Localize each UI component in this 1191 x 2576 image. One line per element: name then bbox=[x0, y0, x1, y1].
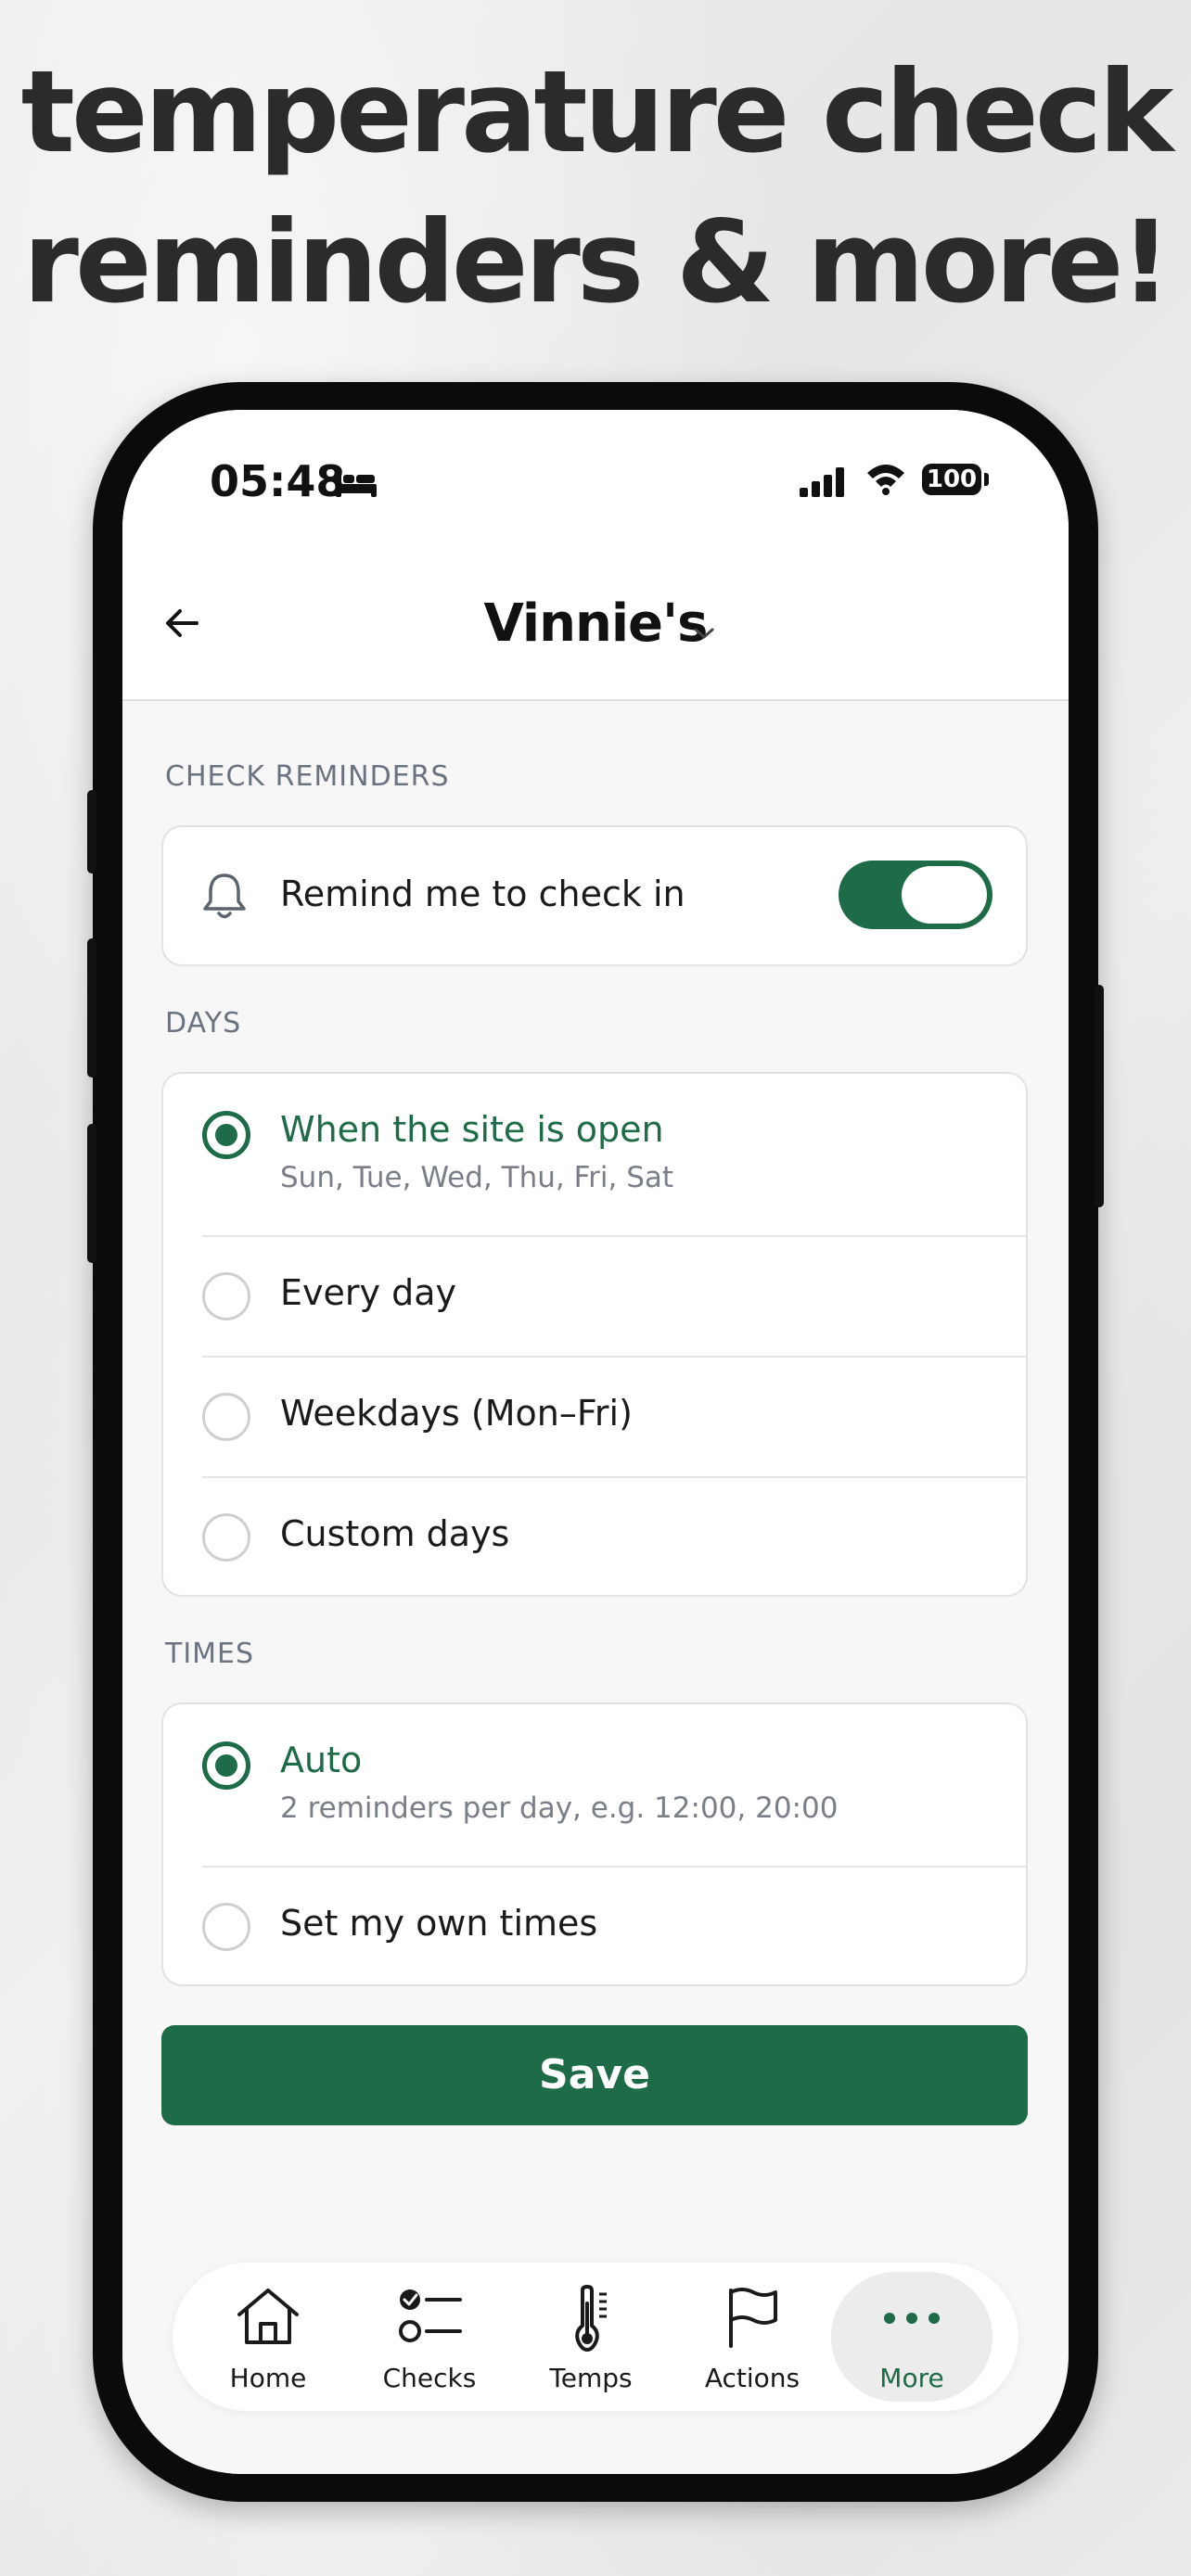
remind-toggle[interactable] bbox=[839, 861, 992, 929]
headline-line-1: temperature check bbox=[20, 46, 1174, 178]
option-label: When the site is open bbox=[280, 1109, 664, 1150]
tab-label: Temps bbox=[549, 2363, 633, 2393]
phone-volume-down-button bbox=[87, 1124, 96, 1263]
phone-action-button bbox=[87, 790, 96, 874]
headline: temperature check reminders & more! bbox=[0, 37, 1191, 338]
radio-selected[interactable] bbox=[202, 1741, 250, 1790]
tab-actions[interactable]: Actions bbox=[672, 2263, 833, 2411]
phone-volume-up-button bbox=[87, 938, 96, 1078]
option-label: Custom days bbox=[280, 1513, 510, 1554]
thermometer-icon bbox=[510, 2285, 672, 2355]
radio-unselected[interactable] bbox=[202, 1513, 250, 1562]
bell-icon bbox=[200, 870, 249, 925]
day-option-site-open[interactable]: When the site is open Sun, Tue, Wed, Thu… bbox=[163, 1074, 1026, 1235]
tab-label: Home bbox=[229, 2363, 307, 2393]
status-time: 05:48 bbox=[210, 456, 346, 506]
tab-label: More bbox=[879, 2363, 944, 2393]
day-option-every-day[interactable]: Every day bbox=[163, 1237, 1026, 1356]
phone-side-button bbox=[1095, 985, 1104, 1207]
tab-checks[interactable]: Checks bbox=[349, 2263, 510, 2411]
tab-label: Actions bbox=[704, 2363, 800, 2393]
radio-unselected[interactable] bbox=[202, 1903, 250, 1951]
day-option-custom[interactable]: Custom days bbox=[163, 1478, 1026, 1595]
radio-selected[interactable] bbox=[202, 1111, 250, 1159]
battery-cap bbox=[984, 473, 989, 486]
flag-icon bbox=[672, 2285, 833, 2352]
tab-temps[interactable]: Temps bbox=[510, 2263, 672, 2411]
option-sublabel: 2 reminders per day, e.g. 12:00, 20:00 bbox=[280, 1792, 839, 1825]
save-button[interactable]: Save bbox=[161, 2025, 1028, 2125]
toggle-knob bbox=[902, 866, 987, 924]
chevron-down-icon[interactable] bbox=[692, 625, 716, 645]
battery-icon: 100 bbox=[922, 464, 981, 495]
tab-more[interactable]: More bbox=[831, 2272, 992, 2402]
check-reminders-card: Remind me to check in bbox=[161, 825, 1028, 966]
option-label: Set my own times bbox=[280, 1903, 598, 1944]
phone-screen: 05:48 100 Vinnie's CHECK REMINDERS Remin… bbox=[122, 410, 1069, 2474]
radio-unselected[interactable] bbox=[202, 1272, 250, 1320]
signal-icon bbox=[800, 467, 848, 501]
site-title[interactable]: Vinnie's bbox=[122, 593, 1069, 654]
wifi-icon bbox=[864, 462, 907, 499]
home-icon bbox=[187, 2285, 349, 2352]
days-label: DAYS bbox=[165, 1007, 242, 1039]
option-sublabel: Sun, Tue, Wed, Thu, Fri, Sat bbox=[280, 1161, 674, 1194]
times-card: Auto 2 reminders per day, e.g. 12:00, 20… bbox=[161, 1702, 1028, 1986]
time-option-auto[interactable]: Auto 2 reminders per day, e.g. 12:00, 20… bbox=[163, 1704, 1026, 1866]
tab-home[interactable]: Home bbox=[187, 2263, 349, 2411]
time-option-own[interactable]: Set my own times bbox=[163, 1868, 1026, 1984]
bottom-tab-bar: Home Checks Temps Actions More bbox=[173, 2263, 1018, 2411]
option-label: Every day bbox=[280, 1272, 456, 1313]
app-header: Vinnie's bbox=[122, 549, 1069, 701]
site-title-text[interactable]: Vinnie's bbox=[484, 593, 709, 654]
checklist-icon bbox=[349, 2285, 510, 2352]
radio-unselected[interactable] bbox=[202, 1393, 250, 1441]
day-option-weekdays[interactable]: Weekdays (Mon–Fri) bbox=[163, 1358, 1026, 1476]
tab-label: Checks bbox=[382, 2363, 477, 2393]
status-bar: 05:48 100 bbox=[122, 410, 1069, 549]
option-label: Weekdays (Mon–Fri) bbox=[280, 1393, 633, 1434]
days-card: When the site is open Sun, Tue, Wed, Thu… bbox=[161, 1072, 1028, 1597]
remind-toggle-label: Remind me to check in bbox=[280, 874, 685, 914]
bed-icon bbox=[334, 467, 378, 503]
headline-line-2: reminders & more! bbox=[22, 197, 1172, 328]
times-label: TIMES bbox=[165, 1638, 255, 1670]
more-dots-icon bbox=[831, 2287, 992, 2353]
check-reminders-label: CHECK REMINDERS bbox=[165, 760, 450, 793]
option-label: Auto bbox=[280, 1740, 363, 1780]
